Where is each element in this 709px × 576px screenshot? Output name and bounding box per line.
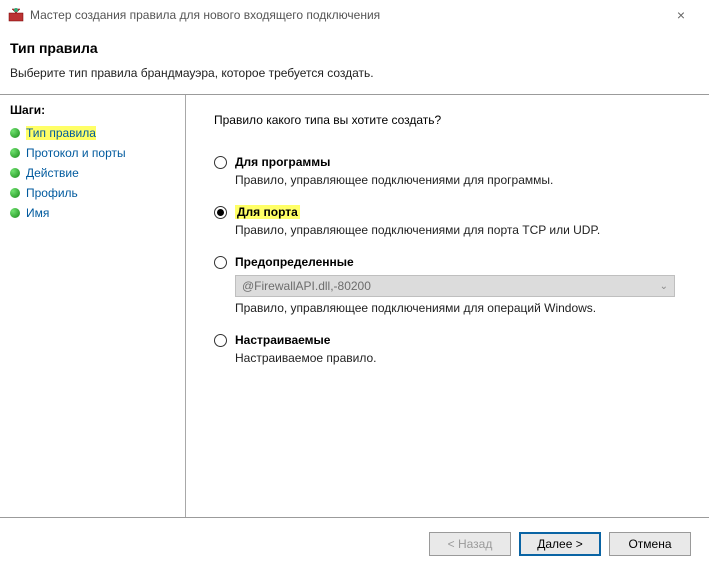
option-program-label[interactable]: Для программы bbox=[235, 155, 330, 169]
radio-predefined[interactable] bbox=[214, 256, 227, 269]
radio-port[interactable] bbox=[214, 206, 227, 219]
page-subtitle: Выберите тип правила брандмауэра, которо… bbox=[10, 66, 699, 80]
cancel-button[interactable]: Отмена bbox=[609, 532, 691, 556]
steps-list: Тип правила Протокол и порты Действие Пр… bbox=[0, 123, 185, 223]
option-port: Для порта Правило, управляющее подключен… bbox=[214, 205, 681, 237]
step-bullet-icon bbox=[10, 148, 20, 158]
step-label: Тип правила bbox=[26, 126, 96, 140]
close-icon[interactable]: × bbox=[661, 7, 701, 23]
option-port-label[interactable]: Для порта bbox=[235, 205, 300, 219]
option-custom: Настраиваемые Настраиваемое правило. bbox=[214, 333, 681, 365]
step-bullet-icon bbox=[10, 188, 20, 198]
step-bullet-icon bbox=[10, 128, 20, 138]
page-title: Тип правила bbox=[10, 40, 699, 56]
step-bullet-icon bbox=[10, 168, 20, 178]
wizard-content: Правило какого типа вы хотите создать? Д… bbox=[186, 95, 709, 517]
option-program: Для программы Правило, управляющее подкл… bbox=[214, 155, 681, 187]
option-program-desc: Правило, управляющее подключениями для п… bbox=[235, 173, 681, 187]
step-label: Действие bbox=[26, 166, 79, 180]
firewall-icon bbox=[8, 7, 24, 23]
step-profile[interactable]: Профиль bbox=[0, 183, 185, 203]
question-text: Правило какого типа вы хотите создать? bbox=[214, 113, 681, 127]
step-protocol-ports[interactable]: Протокол и порты bbox=[0, 143, 185, 163]
option-port-desc: Правило, управляющее подключениями для п… bbox=[235, 223, 681, 237]
step-label: Протокол и порты bbox=[26, 146, 126, 160]
wizard-header: Тип правила Выберите тип правила брандма… bbox=[0, 30, 709, 94]
step-action[interactable]: Действие bbox=[0, 163, 185, 183]
steps-title: Шаги: bbox=[0, 103, 185, 123]
option-predefined-label[interactable]: Предопределенные bbox=[235, 255, 354, 269]
window-title: Мастер создания правила для нового входя… bbox=[30, 8, 661, 22]
back-button[interactable]: < Назад bbox=[429, 532, 511, 556]
option-custom-label[interactable]: Настраиваемые bbox=[235, 333, 330, 347]
wizard-footer: < Назад Далее > Отмена bbox=[0, 518, 709, 570]
step-rule-type[interactable]: Тип правила bbox=[0, 123, 185, 143]
next-button[interactable]: Далее > bbox=[519, 532, 601, 556]
option-custom-desc: Настраиваемое правило. bbox=[235, 351, 681, 365]
chevron-down-icon: ⌄ bbox=[660, 281, 668, 292]
titlebar: Мастер создания правила для нового входя… bbox=[0, 0, 709, 30]
radio-program[interactable] bbox=[214, 156, 227, 169]
step-label: Имя bbox=[26, 206, 49, 220]
wizard-body: Шаги: Тип правила Протокол и порты Дейст… bbox=[0, 95, 709, 517]
step-bullet-icon bbox=[10, 208, 20, 218]
predefined-combo: @FirewallAPI.dll,-80200 ⌄ bbox=[235, 275, 675, 297]
step-name[interactable]: Имя bbox=[0, 203, 185, 223]
steps-sidebar: Шаги: Тип правила Протокол и порты Дейст… bbox=[0, 95, 185, 517]
predefined-combo-value: @FirewallAPI.dll,-80200 bbox=[242, 279, 371, 293]
radio-custom[interactable] bbox=[214, 334, 227, 347]
step-label: Профиль bbox=[26, 186, 78, 200]
option-predefined: Предопределенные @FirewallAPI.dll,-80200… bbox=[214, 255, 681, 315]
option-predefined-desc: Правило, управляющее подключениями для о… bbox=[235, 301, 681, 315]
